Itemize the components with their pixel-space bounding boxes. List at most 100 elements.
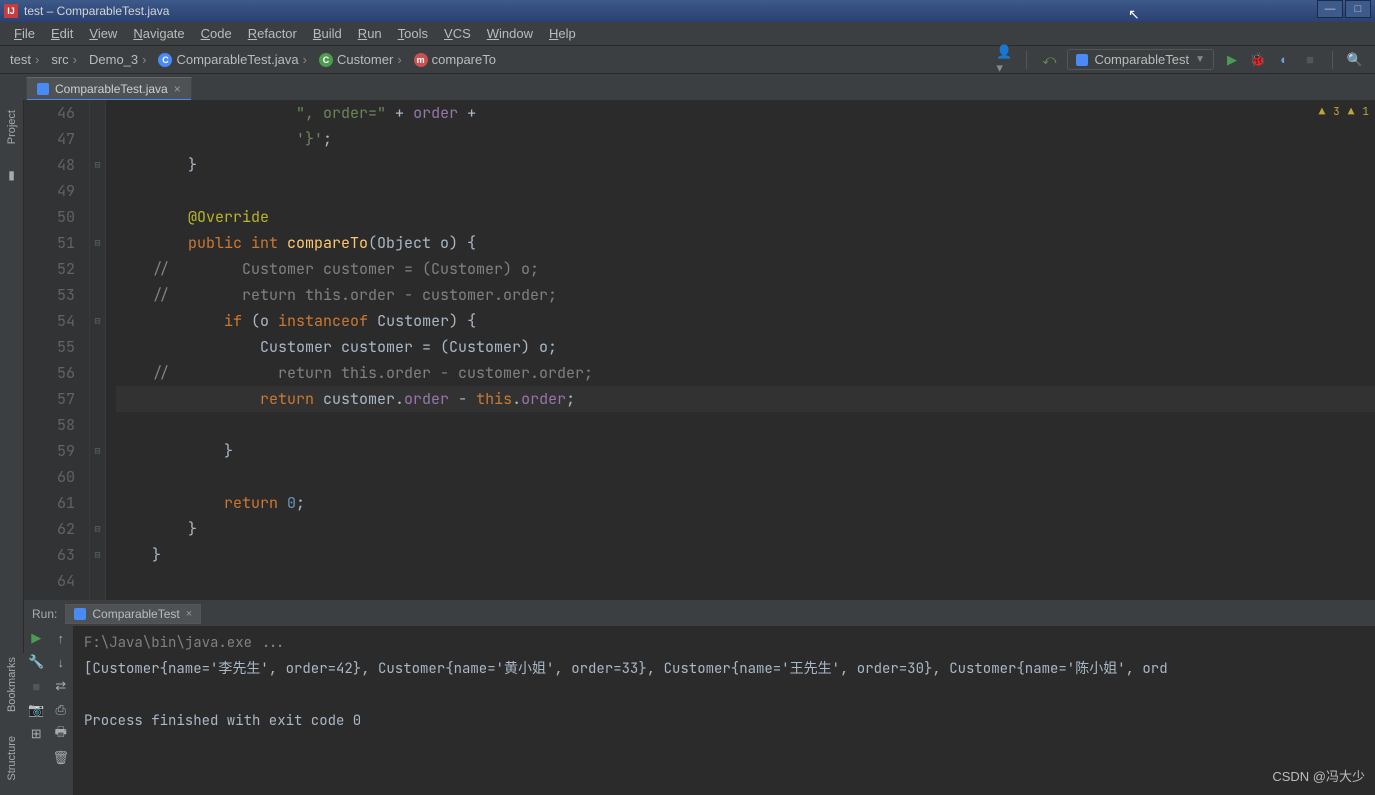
minimize-button[interactable]: — [1317, 0, 1343, 18]
code-line[interactable]: Customer customer = (Customer) o; [116, 334, 1375, 360]
line-number: 48 [24, 152, 75, 178]
code-line[interactable]: public int compareTo(Object o) { [116, 230, 1375, 256]
folder-icon[interactable]: ▮ [8, 168, 15, 182]
fold-marker[interactable] [90, 568, 105, 594]
crumb-src[interactable]: src [47, 52, 85, 67]
trash-icon[interactable]: 🗑 [49, 746, 74, 770]
fold-marker[interactable] [90, 490, 105, 516]
fold-marker[interactable] [90, 100, 105, 126]
warning-icon: ▲ [1348, 100, 1355, 125]
user-icon[interactable]: 👤▾ [996, 52, 1012, 68]
fold-marker[interactable] [90, 204, 105, 230]
code-line[interactable]: ", order=" + order + [116, 100, 1375, 126]
run-console[interactable]: F:\Java\bin\java.exe ...[Customer{name='… [74, 626, 1375, 795]
code-line[interactable]: if (o instanceof Customer) { [116, 308, 1375, 334]
menu-help[interactable]: Help [541, 24, 584, 43]
code-line[interactable]: } [116, 542, 1375, 568]
crumb-compareto[interactable]: mcompareTo [410, 52, 508, 67]
debug-button[interactable]: 🐞 [1250, 52, 1266, 68]
fold-marker[interactable]: ⊟ [90, 230, 105, 256]
code-line[interactable]: // return this.order - customer.order; [116, 282, 1375, 308]
menu-tools[interactable]: Tools [390, 24, 436, 43]
fold-marker[interactable] [90, 464, 105, 490]
tool-bookmarks[interactable]: Bookmarks [6, 653, 18, 716]
scroll-icon[interactable]: ⎙ [49, 698, 74, 722]
fold-marker[interactable]: ⊟ [90, 438, 105, 464]
fold-marker[interactable]: ⊟ [90, 152, 105, 178]
fold-marker[interactable] [90, 282, 105, 308]
maximize-button[interactable]: □ [1345, 0, 1371, 18]
editor-tab-comparabletest[interactable]: ComparableTest.java × [26, 77, 192, 100]
menu-build[interactable]: Build [305, 24, 350, 43]
code-line[interactable]: } [116, 516, 1375, 542]
run-button[interactable]: ▶ [1224, 52, 1240, 68]
run-config-selector[interactable]: ComparableTest ▼ [1067, 49, 1214, 70]
fold-marker[interactable] [90, 334, 105, 360]
stop-run-icon[interactable]: ■ [24, 674, 49, 698]
code-line[interactable] [116, 178, 1375, 204]
crumb-demo_3[interactable]: Demo_3 [85, 52, 154, 67]
inspection-summary[interactable]: ▲3 ▲1 [1315, 100, 1375, 124]
code-line[interactable]: } [116, 438, 1375, 464]
fold-marker[interactable] [90, 178, 105, 204]
close-run-tab-icon[interactable]: × [186, 608, 192, 620]
dump-icon[interactable]: 📷 [24, 698, 49, 722]
soft-wrap-icon[interactable]: ⇄ [49, 674, 74, 698]
close-tab-icon[interactable]: × [174, 82, 181, 96]
crumb-comparabletest-java[interactable]: CComparableTest.java [154, 52, 314, 67]
crumb-label: ComparableTest.java [176, 52, 298, 67]
crumb-icon: C [319, 53, 333, 67]
code-line[interactable]: // return this.order - customer.order; [116, 360, 1375, 386]
tool-structure[interactable]: Structure [6, 732, 18, 785]
line-number: 46 [24, 100, 75, 126]
search-icon[interactable]: 🔍 [1347, 52, 1363, 68]
menu-run[interactable]: Run [350, 24, 390, 43]
fold-marker[interactable]: ⊟ [90, 308, 105, 334]
code-line[interactable] [116, 412, 1375, 438]
fold-marker[interactable] [90, 360, 105, 386]
fold-marker[interactable] [90, 386, 105, 412]
code-line[interactable] [116, 464, 1375, 490]
code-line[interactable]: @Override [116, 204, 1375, 230]
code-line[interactable]: return customer.order - this.order; [116, 386, 1375, 412]
rerun-icon[interactable]: ▶ [24, 626, 49, 650]
code-line[interactable]: } [116, 152, 1375, 178]
fold-marker[interactable]: ⊟ [90, 542, 105, 568]
coverage-button[interactable]: ◐ [1276, 52, 1292, 68]
menu-edit[interactable]: Edit [43, 24, 81, 43]
console-line: F:\Java\bin\java.exe ... [84, 630, 1365, 656]
crumb-customer[interactable]: C Customer [315, 52, 410, 67]
code-area[interactable]: ", order=" + order + '}'; } @Override pu… [106, 100, 1375, 600]
settings-icon[interactable]: 🔧 [24, 650, 49, 674]
menu-refactor[interactable]: Refactor [240, 24, 305, 43]
tool-project[interactable]: Project [6, 106, 18, 148]
crumb-icon: m [414, 53, 428, 67]
editor[interactable]: 46474849505152535455565758596061626364 ⊟… [24, 100, 1375, 600]
print-icon[interactable]: 🖶 [49, 722, 74, 746]
fold-marker[interactable] [90, 256, 105, 282]
filter-icon[interactable] [24, 746, 49, 770]
run-tab[interactable]: ComparableTest × [65, 604, 201, 624]
menu-navigate[interactable]: Navigate [125, 24, 192, 43]
menu-file[interactable]: File [6, 24, 43, 43]
fold-marker[interactable] [90, 126, 105, 152]
code-line[interactable]: return 0; [116, 490, 1375, 516]
menu-view[interactable]: View [81, 24, 125, 43]
code-line[interactable] [116, 568, 1375, 594]
up-icon[interactable]: ↑ [49, 626, 74, 650]
crumb-test[interactable]: test [6, 52, 47, 67]
build-icon[interactable]: ⤺ [1041, 52, 1057, 68]
watermark: CSDN @冯大少 [1272, 766, 1365, 785]
menu-code[interactable]: Code [193, 24, 240, 43]
menu-window[interactable]: Window [479, 24, 541, 43]
fold-marker[interactable] [90, 412, 105, 438]
menu-vcs[interactable]: VCS [436, 24, 479, 43]
down-icon[interactable]: ↓ [49, 650, 74, 674]
code-line[interactable]: // Customer customer = (Customer) o; [116, 256, 1375, 282]
stop-button[interactable]: ■ [1302, 52, 1318, 68]
warning-count-1: 1 [1362, 100, 1369, 125]
crumb-label: Customer [337, 52, 393, 67]
fold-marker[interactable]: ⊟ [90, 516, 105, 542]
code-line[interactable]: '}'; [116, 126, 1375, 152]
layout-icon[interactable]: ⊞ [24, 722, 49, 746]
